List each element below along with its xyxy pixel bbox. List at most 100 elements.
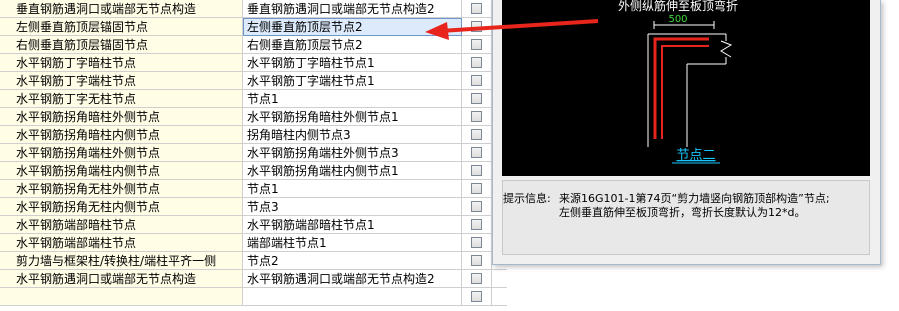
info-text-line-2: 左侧垂直筋伸至板顶弯折，弯折长度默认为12*d。	[559, 206, 806, 219]
diagram-caption: 节点二	[676, 148, 715, 163]
property-value-cell[interactable]: 水平钢筋丁字暗柱节点1	[243, 54, 462, 72]
table-row[interactable]: 左侧垂直筋顶层锚固节点 左侧垂直筋顶层节点2	[0, 18, 507, 36]
table-row[interactable]: 水平钢筋丁字暗柱节点 水平钢筋丁字暗柱节点1	[0, 54, 507, 72]
row-checkbox[interactable]	[471, 75, 482, 86]
property-name-cell: 水平钢筋遇洞口或端部无节点构造	[0, 270, 243, 288]
node-preview-panel: 外侧纵筋伸至板顶弯折 500 节点二 提示信息: 来源16G101-1第74页“…	[492, 0, 881, 265]
table-row[interactable]: 水平钢筋拐角端柱外侧节点 水平钢筋拐角端柱外侧节点3	[0, 144, 507, 162]
table-row[interactable]: 水平钢筋拐角暗柱内侧节点 拐角暗柱内侧节点3	[0, 126, 507, 144]
row-checkbox[interactable]	[471, 291, 482, 302]
table-row[interactable]: 水平钢筋丁字端柱节点 水平钢筋丁字端柱节点1	[0, 72, 507, 90]
node-diagram: 外侧纵筋伸至板顶弯折 500 节点二	[502, 0, 870, 176]
property-name-cell: 水平钢筋端部暗柱节点	[0, 216, 243, 234]
filler-cell	[492, 270, 507, 288]
checkbox-cell	[462, 180, 492, 198]
table-row[interactable]: 右侧垂直筋顶层锚固节点 右侧垂直筋顶层节点2	[0, 36, 507, 54]
row-checkbox[interactable]	[471, 147, 482, 158]
property-name-cell: 水平钢筋丁字无柱节点	[0, 90, 243, 108]
property-value-cell[interactable]: 节点2	[243, 252, 462, 270]
table-row[interactable]: 水平钢筋拐角无柱内侧节点 节点3	[0, 198, 507, 216]
info-box: 提示信息: 来源16G101-1第74页“剪力墙竖向钢筋顶部构造”节点; 左侧垂…	[502, 180, 870, 255]
property-value-cell[interactable]: 右侧垂直筋顶层节点2	[243, 36, 462, 54]
row-checkbox[interactable]	[471, 21, 482, 32]
table-row[interactable]: 垂直钢筋遇洞口或端部无节点构造 垂直钢筋遇洞口或端部无节点构造2	[0, 0, 507, 18]
table-row[interactable]: 剪力墙与框架柱/转换柱/端柱平齐一侧 节点2	[0, 252, 507, 270]
row-checkbox[interactable]	[471, 219, 482, 230]
property-value-cell[interactable]: 端部端柱节点1	[243, 234, 462, 252]
property-value-cell[interactable]: 水平钢筋端部暗柱节点1	[243, 216, 462, 234]
property-name-cell: 水平钢筋丁字端柱节点	[0, 72, 243, 90]
diagram-title: 外侧纵筋伸至板顶弯折	[618, 0, 738, 13]
table-row[interactable]: 水平钢筋拐角无柱外侧节点 节点1	[0, 180, 507, 198]
property-name-cell: 左侧垂直筋顶层锚固节点	[0, 18, 243, 36]
property-value-cell[interactable]: 垂直钢筋遇洞口或端部无节点构造2	[243, 0, 462, 18]
property-value-cell[interactable]: 水平钢筋丁字端柱节点1	[243, 72, 462, 90]
checkbox-cell	[462, 18, 492, 36]
table-row[interactable]: 水平钢筋遇洞口或端部无节点构造 水平钢筋遇洞口或端部无节点构造2	[0, 270, 507, 288]
table-row[interactable]: 水平钢筋拐角端柱内侧节点 水平钢筋拐角端柱内侧节点1	[0, 162, 507, 180]
inner-rebar	[661, 45, 709, 139]
property-value-cell[interactable]: 节点1	[243, 90, 462, 108]
table-row[interactable]: 水平钢筋拐角暗柱外侧节点 水平钢筋拐角暗柱外侧节点1	[0, 108, 507, 126]
property-value-cell[interactable]: 水平钢筋拐角端柱外侧节点3	[243, 144, 462, 162]
property-grid: 垂直钢筋遇洞口或端部无节点构造 垂直钢筋遇洞口或端部无节点构造2 左侧垂直筋顶层锚固…	[0, 0, 507, 311]
property-value-cell[interactable]: 左侧垂直筋顶层节点2	[243, 18, 462, 36]
row-checkbox[interactable]	[471, 3, 482, 14]
row-checkbox[interactable]	[471, 183, 482, 194]
checkbox-cell	[462, 252, 492, 270]
property-value-cell[interactable]: 拐角暗柱内侧节点3	[243, 126, 462, 144]
checkbox-cell	[462, 0, 492, 18]
checkbox-cell	[462, 54, 492, 72]
row-checkbox[interactable]	[471, 111, 482, 122]
property-value-cell[interactable]: 节点3	[243, 198, 462, 216]
checkbox-cell	[462, 108, 492, 126]
row-checkbox[interactable]	[471, 165, 482, 176]
wall-outline	[647, 33, 727, 147]
vertical-rebar	[653, 37, 709, 139]
table-row[interactable]: 水平钢筋丁字无柱节点 节点1	[0, 90, 507, 108]
break-symbol	[720, 40, 733, 58]
checkbox-cell	[462, 234, 492, 252]
property-name-cell: 水平钢筋端部端柱节点	[0, 234, 243, 252]
checkbox-cell	[462, 288, 492, 306]
checkbox-cell	[462, 90, 492, 108]
property-name-cell: 剪力墙与框架柱/转换柱/端柱平齐一侧	[0, 252, 243, 270]
property-name-cell: 垂直钢筋遇洞口或端部无节点构造	[0, 0, 243, 18]
property-value-cell[interactable]: 水平钢筋遇洞口或端部无节点构造2	[243, 270, 462, 288]
checkbox-cell	[462, 72, 492, 90]
row-checkbox[interactable]	[471, 129, 482, 140]
property-value-cell[interactable]: 水平钢筋拐角端柱内侧节点1	[243, 162, 462, 180]
property-value-cell[interactable]	[243, 288, 462, 306]
property-name-cell: 水平钢筋拐角暗柱外侧节点	[0, 108, 243, 126]
checkbox-cell	[462, 126, 492, 144]
checkbox-cell	[462, 162, 492, 180]
property-name-cell: 水平钢筋拐角暗柱内侧节点	[0, 126, 243, 144]
property-name-cell	[0, 288, 243, 306]
row-checkbox[interactable]	[471, 237, 482, 248]
row-checkbox[interactable]	[471, 201, 482, 212]
filler-cell	[492, 288, 507, 306]
property-name-cell: 水平钢筋拐角无柱内侧节点	[0, 198, 243, 216]
property-name-cell: 水平钢筋丁字暗柱节点	[0, 54, 243, 72]
table-row[interactable]	[0, 288, 507, 306]
dimension-label: 500	[668, 14, 687, 25]
table-row[interactable]: 水平钢筋端部端柱节点 端部端柱节点1	[0, 234, 507, 252]
checkbox-cell	[462, 144, 492, 162]
row-checkbox[interactable]	[471, 93, 482, 104]
property-name-cell: 水平钢筋拐角端柱内侧节点	[0, 162, 243, 180]
row-checkbox[interactable]	[471, 273, 482, 284]
property-value-cell[interactable]: 水平钢筋拐角暗柱外侧节点1	[243, 108, 462, 126]
table-row[interactable]: 水平钢筋端部暗柱节点 水平钢筋端部暗柱节点1	[0, 216, 507, 234]
checkbox-cell	[462, 36, 492, 54]
row-checkbox[interactable]	[471, 57, 482, 68]
property-value-cell[interactable]: 节点1	[243, 180, 462, 198]
property-name-cell: 水平钢筋拐角端柱外侧节点	[0, 144, 243, 162]
info-label: 提示信息:	[503, 192, 551, 205]
checkbox-cell	[462, 198, 492, 216]
property-name-cell: 水平钢筋拐角无柱外侧节点	[0, 180, 243, 198]
property-name-cell: 右侧垂直筋顶层锚固节点	[0, 36, 243, 54]
checkbox-cell	[462, 270, 492, 288]
row-checkbox[interactable]	[471, 255, 482, 266]
row-checkbox[interactable]	[471, 39, 482, 50]
info-text-line-1: 来源16G101-1第74页“剪力墙竖向钢筋顶部构造”节点;	[559, 192, 830, 205]
